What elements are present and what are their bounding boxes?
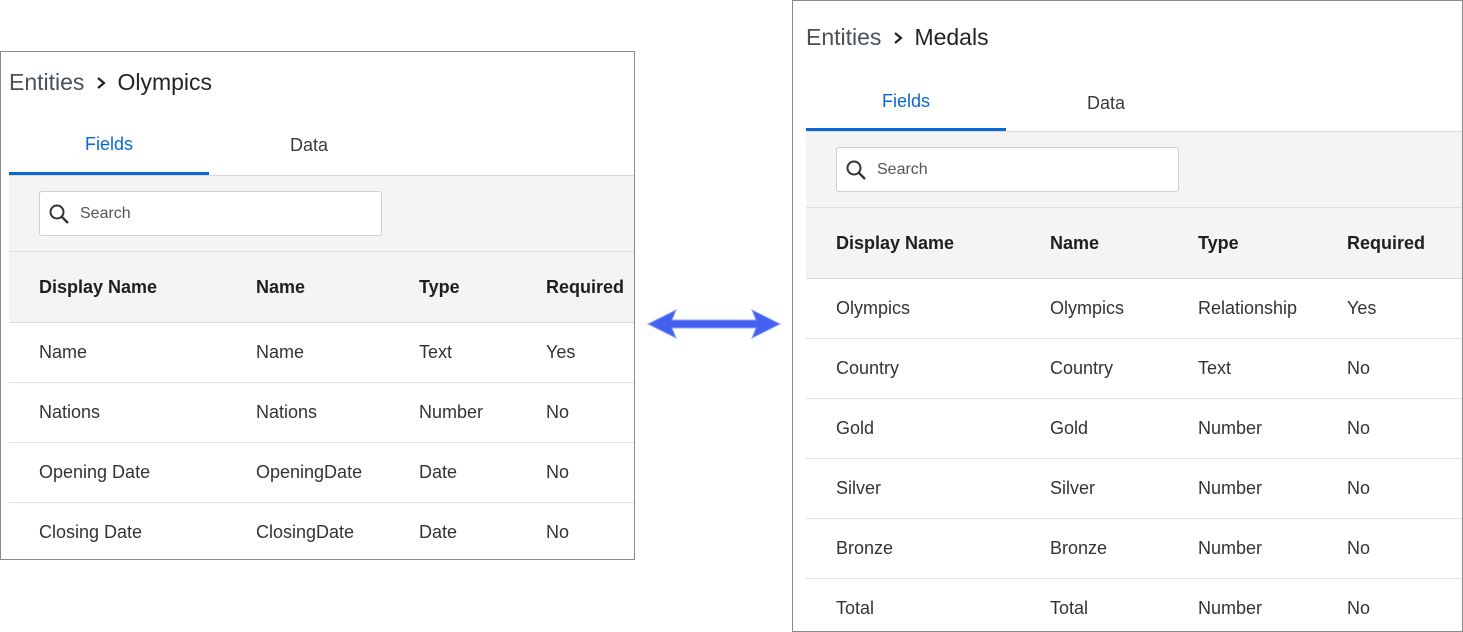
- fields-content: Display Name Name Type Required Olympics…: [806, 131, 1462, 631]
- fields-table: Display Name Name Type Required Olympics…: [806, 208, 1462, 631]
- cell-name: Olympics: [1020, 278, 1168, 339]
- cell-display-name: Gold: [806, 398, 1020, 459]
- cell-display-name: Opening Date: [9, 442, 226, 503]
- cell-name: OpeningDate: [226, 442, 389, 503]
- search-bar: [806, 132, 1462, 208]
- cell-required: No: [516, 382, 634, 443]
- cell-type: Text: [389, 322, 516, 383]
- cell-required: No: [516, 502, 634, 559]
- cell-required: No: [516, 442, 634, 503]
- column-header-type[interactable]: Type: [1168, 208, 1317, 279]
- column-header-name[interactable]: Name: [1020, 208, 1168, 279]
- chevron-right-icon: [96, 76, 107, 90]
- cell-type: Text: [1168, 338, 1317, 399]
- table-row[interactable]: Olympics Olympics Relationship Yes: [806, 278, 1462, 339]
- tab-fields[interactable]: Fields: [806, 75, 1006, 131]
- cell-type: Number: [1168, 458, 1317, 519]
- table-row[interactable]: Bronze Bronze Number No: [806, 518, 1462, 579]
- cell-name: Nations: [226, 382, 389, 443]
- tab-bar: Fields Data: [806, 75, 1462, 131]
- tab-fields[interactable]: Fields: [9, 116, 209, 175]
- cell-display-name: Name: [9, 322, 226, 383]
- table-row[interactable]: Closing Date ClosingDate Date No: [9, 502, 634, 559]
- breadcrumb-entities-link[interactable]: Entities: [9, 69, 84, 96]
- table-header-row: Display Name Name Type Required: [9, 252, 634, 323]
- cell-type: Number: [1168, 578, 1317, 631]
- cell-type: Number: [389, 382, 516, 443]
- cell-name: ClosingDate: [226, 502, 389, 559]
- table-row[interactable]: Name Name Text Yes: [9, 322, 634, 383]
- olympics-entity-panel: Entities Olympics Fields Data Display Na…: [0, 51, 635, 560]
- cell-type: Date: [389, 502, 516, 559]
- table-row[interactable]: Total Total Number No: [806, 578, 1462, 631]
- breadcrumb-current: Medals: [914, 24, 989, 50]
- cell-required: No: [1317, 578, 1462, 631]
- cell-display-name: Nations: [9, 382, 226, 443]
- cell-display-name: Country: [806, 338, 1020, 399]
- tab-data[interactable]: Data: [1006, 75, 1206, 131]
- cell-display-name: Olympics: [806, 278, 1020, 339]
- search-box[interactable]: [39, 191, 382, 236]
- breadcrumb-current: Olympics: [117, 69, 212, 95]
- column-header-required[interactable]: Required: [516, 252, 634, 323]
- cell-name: Silver: [1020, 458, 1168, 519]
- fields-table: Display Name Name Type Required Name Nam…: [9, 252, 634, 559]
- breadcrumb: Entities Olympics: [9, 69, 212, 96]
- cell-display-name: Bronze: [806, 518, 1020, 579]
- cell-display-name: Closing Date: [9, 502, 226, 559]
- table-header-row: Display Name Name Type Required: [806, 208, 1462, 279]
- cell-name: Total: [1020, 578, 1168, 631]
- chevron-right-icon: [893, 31, 904, 45]
- table-row[interactable]: Nations Nations Number No: [9, 382, 634, 443]
- cell-display-name: Total: [806, 578, 1020, 631]
- column-header-type[interactable]: Type: [389, 252, 516, 323]
- medals-entity-panel: Entities Medals Fields Data Display Name…: [792, 0, 1463, 632]
- cell-required: No: [1317, 338, 1462, 399]
- table-row[interactable]: Country Country Text No: [806, 338, 1462, 399]
- cell-type: Relationship: [1168, 278, 1317, 339]
- cell-required: No: [1317, 458, 1462, 519]
- table-row[interactable]: Gold Gold Number No: [806, 398, 1462, 459]
- tab-data[interactable]: Data: [209, 116, 409, 175]
- breadcrumb-entities-link[interactable]: Entities: [806, 24, 881, 51]
- fields-content: Display Name Name Type Required Name Nam…: [9, 175, 634, 559]
- cell-type: Number: [1168, 518, 1317, 579]
- cell-required: Yes: [1317, 278, 1462, 339]
- table-row[interactable]: Opening Date OpeningDate Date No: [9, 442, 634, 503]
- search-icon: [48, 202, 72, 226]
- column-header-display-name[interactable]: Display Name: [9, 252, 226, 323]
- cell-name: Gold: [1020, 398, 1168, 459]
- cell-name: Bronze: [1020, 518, 1168, 579]
- cell-required: No: [1317, 398, 1462, 459]
- breadcrumb: Entities Medals: [806, 24, 989, 51]
- search-icon: [845, 158, 869, 182]
- cell-display-name: Silver: [806, 458, 1020, 519]
- double-headed-arrow-icon: [646, 308, 782, 340]
- search-input[interactable]: [875, 159, 1159, 180]
- cell-name: Country: [1020, 338, 1168, 399]
- search-bar: [9, 176, 634, 252]
- search-box[interactable]: [836, 147, 1179, 192]
- column-header-display-name[interactable]: Display Name: [806, 208, 1020, 279]
- cell-name: Name: [226, 322, 389, 383]
- search-input[interactable]: [78, 203, 362, 224]
- tab-bar: Fields Data: [9, 116, 634, 175]
- cell-required: No: [1317, 518, 1462, 579]
- column-header-name[interactable]: Name: [226, 252, 389, 323]
- cell-type: Number: [1168, 398, 1317, 459]
- cell-required: Yes: [516, 322, 634, 383]
- column-header-required[interactable]: Required: [1317, 208, 1462, 279]
- cell-type: Date: [389, 442, 516, 503]
- table-row[interactable]: Silver Silver Number No: [806, 458, 1462, 519]
